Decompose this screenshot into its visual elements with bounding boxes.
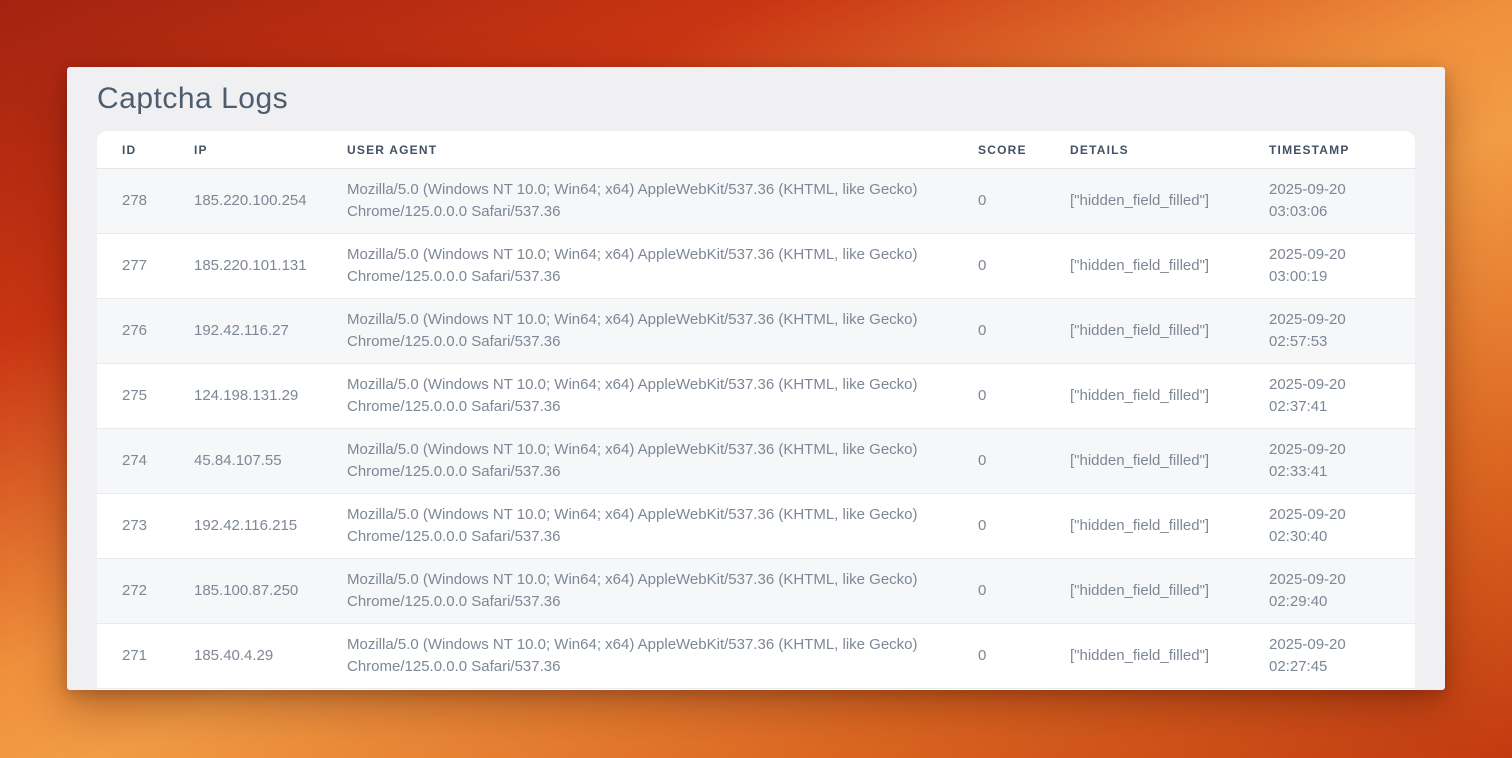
cell-timestamp: 2025-09-20 02:27:45 [1244,624,1415,689]
cell-user-agent: Mozilla/5.0 (Windows NT 10.0; Win64; x64… [322,299,953,364]
captcha-logs-table: ID IP USER AGENT SCORE DETAILS TIMESTAMP… [97,131,1415,689]
cell-id: 275 [97,364,169,429]
cell-ip: 185.220.101.131 [169,234,322,299]
page-title: Captcha Logs [97,81,1415,117]
table-row: 272 185.100.87.250 Mozilla/5.0 (Windows … [97,559,1415,624]
cell-id: 272 [97,559,169,624]
cell-ip: 185.100.87.250 [169,559,322,624]
cell-details: ["hidden_field_filled"] [1045,234,1244,299]
cell-score: 0 [953,624,1045,689]
cell-user-agent: Mozilla/5.0 (Windows NT 10.0; Win64; x64… [322,364,953,429]
column-header-user-agent: USER AGENT [322,131,953,169]
cell-id: 278 [97,169,169,234]
cell-score: 0 [953,559,1045,624]
cell-details: ["hidden_field_filled"] [1045,494,1244,559]
column-header-details: DETAILS [1045,131,1244,169]
cell-score: 0 [953,494,1045,559]
captcha-logs-table-container: ID IP USER AGENT SCORE DETAILS TIMESTAMP… [97,131,1415,690]
cell-timestamp: 2025-09-20 02:57:53 [1244,299,1415,364]
cell-user-agent: Mozilla/5.0 (Windows NT 10.0; Win64; x64… [322,624,953,689]
table-body: 278 185.220.100.254 Mozilla/5.0 (Windows… [97,169,1415,689]
column-header-id: ID [97,131,169,169]
cell-timestamp: 2025-09-20 02:29:40 [1244,559,1415,624]
cell-score: 0 [953,299,1045,364]
cell-user-agent: Mozilla/5.0 (Windows NT 10.0; Win64; x64… [322,234,953,299]
column-header-ip: IP [169,131,322,169]
cell-ip: 185.220.100.254 [169,169,322,234]
table-header: ID IP USER AGENT SCORE DETAILS TIMESTAMP [97,131,1415,169]
table-row: 276 192.42.116.27 Mozilla/5.0 (Windows N… [97,299,1415,364]
cell-ip: 124.198.131.29 [169,364,322,429]
table-row: 273 192.42.116.215 Mozilla/5.0 (Windows … [97,494,1415,559]
table-header-row: ID IP USER AGENT SCORE DETAILS TIMESTAMP [97,131,1415,169]
cell-details: ["hidden_field_filled"] [1045,429,1244,494]
table-row: 278 185.220.100.254 Mozilla/5.0 (Windows… [97,169,1415,234]
column-header-score: SCORE [953,131,1045,169]
cell-timestamp: 2025-09-20 02:37:41 [1244,364,1415,429]
cell-details: ["hidden_field_filled"] [1045,559,1244,624]
cell-id: 277 [97,234,169,299]
table-row: 277 185.220.101.131 Mozilla/5.0 (Windows… [97,234,1415,299]
cell-score: 0 [953,429,1045,494]
cell-timestamp: 2025-09-20 03:03:06 [1244,169,1415,234]
cell-id: 276 [97,299,169,364]
cell-ip: 185.40.4.29 [169,624,322,689]
cell-score: 0 [953,169,1045,234]
cell-user-agent: Mozilla/5.0 (Windows NT 10.0; Win64; x64… [322,494,953,559]
cell-details: ["hidden_field_filled"] [1045,364,1244,429]
cell-user-agent: Mozilla/5.0 (Windows NT 10.0; Win64; x64… [322,169,953,234]
cell-score: 0 [953,364,1045,429]
cell-ip: 192.42.116.215 [169,494,322,559]
cell-score: 0 [953,234,1045,299]
cell-details: ["hidden_field_filled"] [1045,624,1244,689]
captcha-logs-card: Captcha Logs ID IP USER AGENT SCORE DETA… [67,67,1445,690]
cell-id: 271 [97,624,169,689]
cell-timestamp: 2025-09-20 03:00:19 [1244,234,1415,299]
cell-user-agent: Mozilla/5.0 (Windows NT 10.0; Win64; x64… [322,429,953,494]
cell-timestamp: 2025-09-20 02:30:40 [1244,494,1415,559]
table-row: 274 45.84.107.55 Mozilla/5.0 (Windows NT… [97,429,1415,494]
table-row: 271 185.40.4.29 Mozilla/5.0 (Windows NT … [97,624,1415,689]
cell-id: 273 [97,494,169,559]
column-header-timestamp: TIMESTAMP [1244,131,1415,169]
cell-ip: 192.42.116.27 [169,299,322,364]
cell-user-agent: Mozilla/5.0 (Windows NT 10.0; Win64; x64… [322,559,953,624]
cell-details: ["hidden_field_filled"] [1045,299,1244,364]
cell-ip: 45.84.107.55 [169,429,322,494]
cell-timestamp: 2025-09-20 02:33:41 [1244,429,1415,494]
cell-details: ["hidden_field_filled"] [1045,169,1244,234]
table-row: 275 124.198.131.29 Mozilla/5.0 (Windows … [97,364,1415,429]
cell-id: 274 [97,429,169,494]
